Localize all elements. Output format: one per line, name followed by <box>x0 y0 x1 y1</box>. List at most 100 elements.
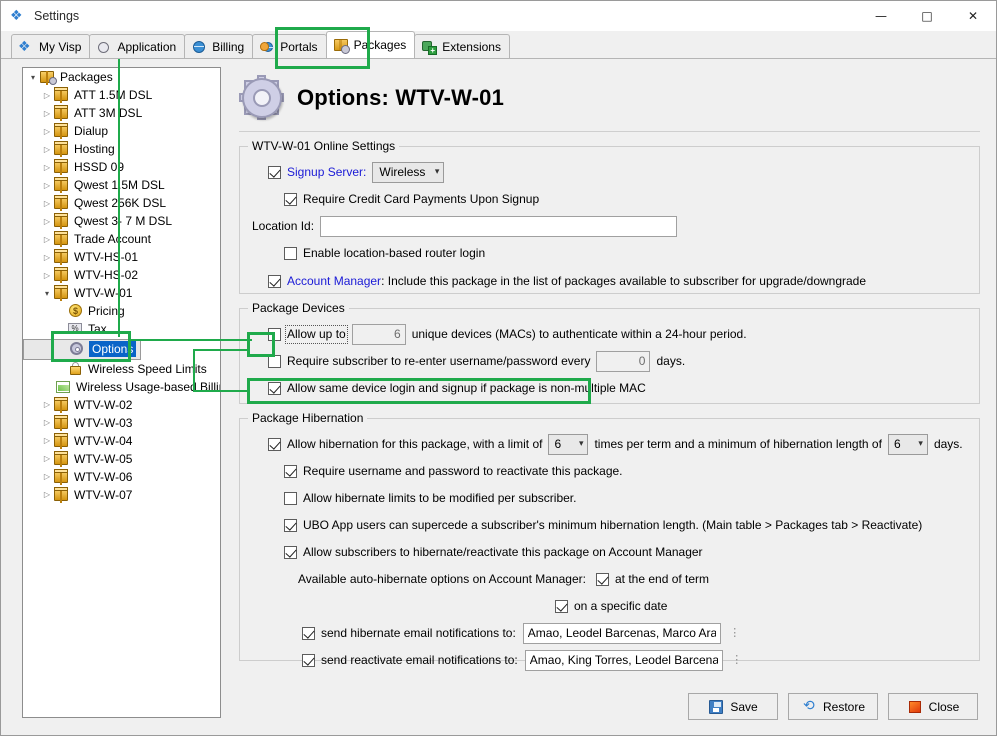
account-manager-link[interactable]: Account Manager <box>287 274 381 289</box>
hibernate-email-checkbox[interactable] <box>302 626 315 640</box>
allow-up-to-checkbox[interactable] <box>268 327 281 341</box>
tree-item-qwest-256k-dsl[interactable]: ▷ Qwest 256K DSL <box>23 194 220 212</box>
tree-item-wtv-w-05[interactable]: ▷ WTV-W-05 <box>23 450 220 468</box>
tree-item-wireless-speed-limits[interactable]: Wireless Speed Limits <box>23 360 220 378</box>
allow-subscribers-row: Allow subscribers to hibernate/reactivat… <box>284 541 967 563</box>
tree-item-wtv-w-02[interactable]: ▷ WTV-W-02 <box>23 396 220 414</box>
tree-item-packages[interactable]: ▾ Packages <box>23 68 220 86</box>
tree-item-wtv-w-07[interactable]: ▷ WTV-W-07 <box>23 486 220 504</box>
package-tree[interactable]: ▾ Packages ▷ ATT 1.5M DSL ▷ ATT 3M DSL ▷ Dialup… <box>22 67 221 718</box>
enable-router-login-checkbox[interactable] <box>284 246 297 260</box>
tab-my-visp[interactable]: ❖ My Visp <box>11 34 91 58</box>
package-icon <box>53 231 70 247</box>
ubo-supercede-checkbox[interactable] <box>284 518 297 532</box>
tree-item-hosting[interactable]: ▷ Hosting <box>23 140 220 158</box>
annotation-line-elbow-h-top <box>193 349 249 351</box>
tab-portals[interactable]: Portals <box>252 34 327 58</box>
tree-item-options[interactable]: Options <box>23 338 142 360</box>
reenter-days-input[interactable] <box>596 350 651 372</box>
tree-item-qwest-3-7-m-dsl[interactable]: ▷ Qwest 3- 7 M DSL <box>23 212 220 230</box>
tree-item-pricing[interactable]: $ Pricing <box>23 302 220 320</box>
chevron-right-icon[interactable]: ▷ <box>41 127 53 136</box>
chevron-right-icon[interactable]: ▷ <box>41 472 53 481</box>
tab-label: Extensions <box>442 39 501 54</box>
reenter-password-checkbox[interactable] <box>268 354 281 368</box>
tree-item-wireless-usage-based-billing[interactable]: Wireless Usage-based Billing <box>23 378 220 396</box>
tree-item-dialup[interactable]: ▷ Dialup <box>23 122 220 140</box>
tab-application[interactable]: Application <box>89 34 186 58</box>
allow-hibernation-checkbox[interactable] <box>268 437 281 451</box>
hibernation-limit-select[interactable]: 6 ▾ <box>548 433 589 455</box>
reactivate-email-input[interactable] <box>524 649 723 671</box>
specific-date-checkbox[interactable] <box>555 599 568 613</box>
auto-hibernate-options-row: Available auto-hibernate options on Acco… <box>298 568 967 590</box>
signup-server-label[interactable]: Signup Server: <box>287 165 366 180</box>
close-button[interactable]: Close <box>888 693 978 720</box>
tree-item-trade-account[interactable]: ▷ Trade Account <box>23 230 220 248</box>
tree-item-wtv-hs-02[interactable]: ▷ WTV-HS-02 <box>23 266 220 284</box>
chevron-right-icon[interactable]: ▷ <box>41 253 53 262</box>
account-manager-checkbox[interactable] <box>268 274 281 288</box>
chevron-right-icon[interactable]: ▷ <box>41 490 53 499</box>
tree-item-label: ATT 3M DSL <box>74 106 143 120</box>
tab-packages[interactable]: Packages <box>325 31 416 58</box>
end-of-term-checkbox[interactable] <box>595 572 609 586</box>
stop-icon <box>907 699 923 715</box>
tab-extensions[interactable]: + Extensions <box>414 34 510 58</box>
signup-server-checkbox[interactable] <box>268 165 281 179</box>
allow-up-to-input[interactable] <box>351 323 406 345</box>
specific-date-row: on a specific date <box>555 595 967 617</box>
chevron-right-icon[interactable]: ▷ <box>41 454 53 463</box>
chevron-right-icon[interactable]: ▷ <box>41 400 53 409</box>
chevron-right-icon[interactable]: ▷ <box>41 235 53 244</box>
hibernate-email-more-icon[interactable]: ⋮ <box>729 628 741 639</box>
chevron-down-icon[interactable]: ▾ <box>27 73 39 82</box>
tree-item-att-1-5m-dsl[interactable]: ▷ ATT 1.5M DSL <box>23 86 220 104</box>
chevron-down-icon[interactable]: ▾ <box>41 289 53 298</box>
tree-item-qwest-1-5m-dsl[interactable]: ▷ Qwest 1.5M DSL <box>23 176 220 194</box>
foot-icon: ❖ <box>18 38 31 55</box>
signup-server-select[interactable]: Wireless ▾ <box>372 161 445 183</box>
chevron-right-icon[interactable]: ▷ <box>41 181 53 190</box>
package-icon <box>53 285 70 301</box>
chevron-right-icon[interactable]: ▷ <box>41 145 53 154</box>
modify-limits-checkbox[interactable] <box>284 491 297 505</box>
chevron-right-icon[interactable]: ▷ <box>41 91 53 100</box>
tree-item-att-3m-dsl[interactable]: ▷ ATT 3M DSL <box>23 104 220 122</box>
close-window-button[interactable]: ✕ <box>950 1 996 31</box>
reactivate-email-checkbox[interactable] <box>302 653 315 667</box>
package-hibernation-legend: Package Hibernation <box>248 411 368 425</box>
chevron-right-icon[interactable]: ▷ <box>41 109 53 118</box>
hibernate-email-input[interactable] <box>522 622 721 644</box>
maximize-button[interactable]: □ <box>904 1 950 31</box>
require-credit-card-checkbox[interactable] <box>284 192 297 206</box>
chevron-right-icon[interactable]: ▷ <box>41 199 53 208</box>
tree-item-wtv-w-03[interactable]: ▷ WTV-W-03 <box>23 414 220 432</box>
location-id-input[interactable] <box>320 215 678 237</box>
chevron-right-icon[interactable]: ▷ <box>41 217 53 226</box>
tree-item-wtv-w-01[interactable]: ▾ WTV-W-01 <box>23 284 220 302</box>
chevron-right-icon[interactable]: ▷ <box>41 271 53 280</box>
restore-button[interactable]: ⟲ Restore <box>788 693 878 720</box>
chevron-right-icon[interactable]: ▷ <box>41 418 53 427</box>
package-icon <box>53 249 70 265</box>
tree-item-tax[interactable]: % Tax <box>23 320 220 338</box>
chart-icon <box>55 379 72 395</box>
reactivate-email-more-icon[interactable]: ⋮ <box>731 655 743 666</box>
tree-item-wtv-hs-01[interactable]: ▷ WTV-HS-01 <box>23 248 220 266</box>
same-device-checkbox[interactable] <box>268 381 281 395</box>
allow-subscribers-checkbox[interactable] <box>284 545 297 559</box>
hibernation-length-select[interactable]: 6 ▾ <box>887 433 928 455</box>
tree-item-wtv-w-04[interactable]: ▷ WTV-W-04 <box>23 432 220 450</box>
chevron-right-icon[interactable]: ▷ <box>41 436 53 445</box>
allow-subscribers-label: Allow subscribers to hibernate/reactivat… <box>303 544 703 559</box>
allow-up-to-label-before: Allow up to <box>285 324 348 344</box>
tab-billing[interactable]: Billing <box>184 34 254 58</box>
tree-item-hssd-09[interactable]: ▷ HSSD 09 <box>23 158 220 176</box>
require-user-pass-checkbox[interactable] <box>284 464 297 478</box>
tree-item-wtv-w-06[interactable]: ▷ WTV-W-06 <box>23 468 220 486</box>
chevron-right-icon[interactable]: ▷ <box>41 163 53 172</box>
minimize-button[interactable]: — <box>858 1 904 31</box>
tree-item-label: Packages <box>60 70 113 84</box>
save-button[interactable]: Save <box>688 693 778 720</box>
